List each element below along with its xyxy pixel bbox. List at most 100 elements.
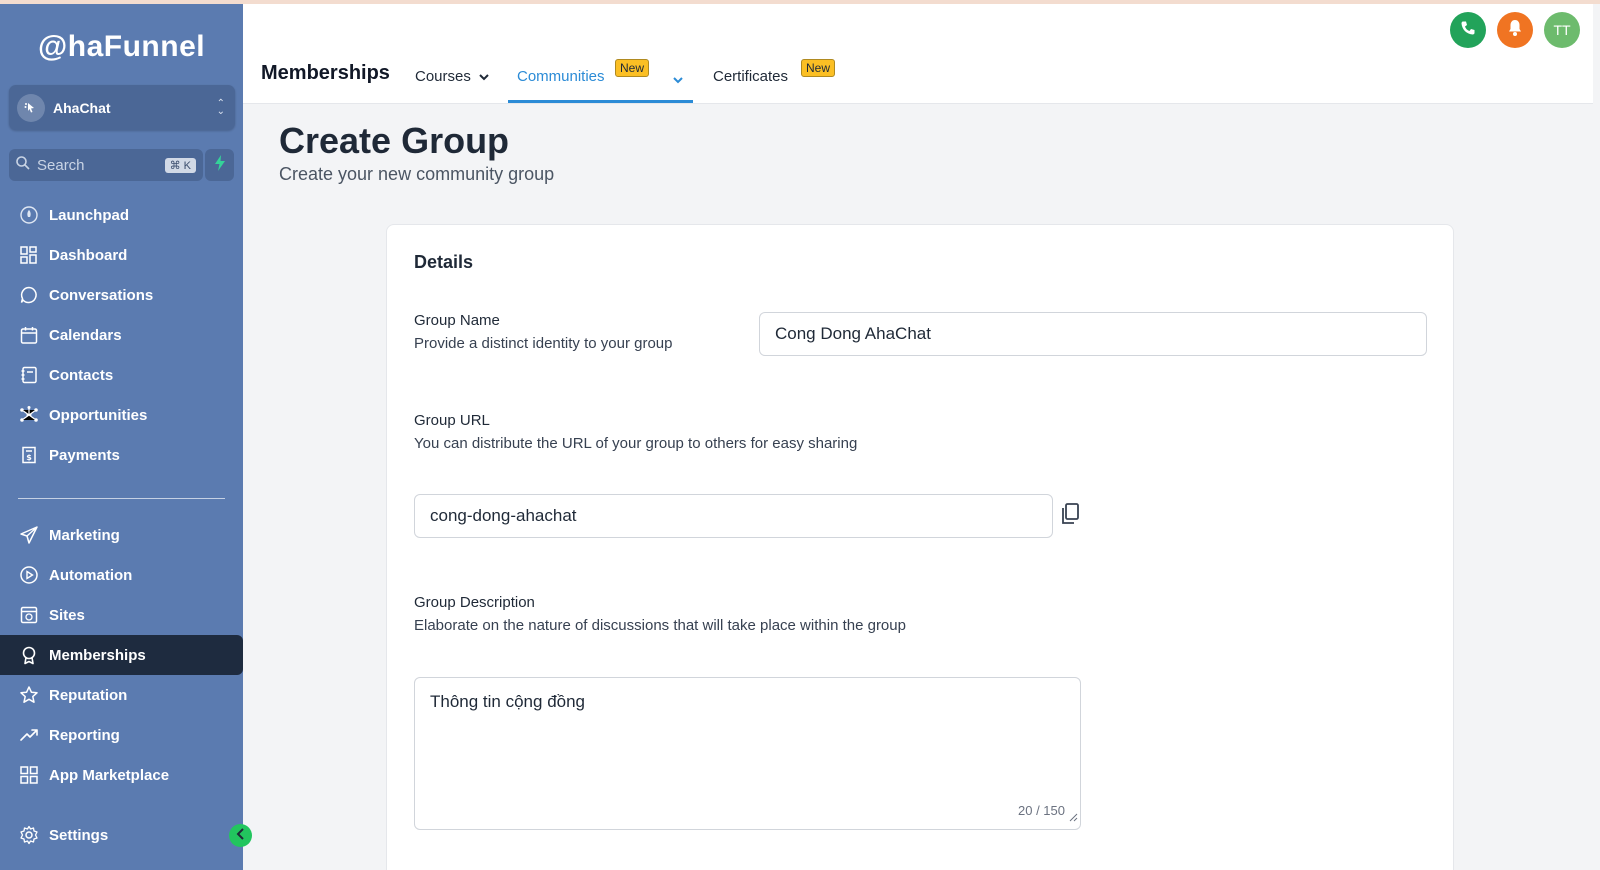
sidebar-item-label: Memberships [49, 646, 146, 664]
sidebar-item-settings[interactable]: Settings [0, 815, 243, 855]
sidebar-item-reporting[interactable]: Reporting [0, 715, 243, 755]
group-url-label: Group URL [414, 412, 490, 429]
sidebar-item-label: Reporting [49, 726, 120, 744]
tab-communities[interactable]: Communities [517, 68, 605, 85]
sidebar-item-label: Contacts [49, 366, 114, 384]
globe-window-icon [18, 604, 40, 626]
sidebar-item-label: App Marketplace [49, 766, 170, 784]
sidebar-item-label: Settings [49, 826, 109, 844]
group-description-textarea[interactable]: Thông tin cộng đồng 20 / 150 [414, 677, 1081, 830]
brand-logo: @haFunnel [38, 30, 206, 63]
section-title: Memberships [261, 62, 390, 84]
apps-grid-icon [18, 764, 40, 786]
group-name-description: Provide a distinct identity to your grou… [414, 335, 673, 352]
search-shortcut-badge: ⌘ K [164, 157, 196, 173]
sidebar-item-sites[interactable]: Sites [0, 595, 243, 635]
tab-certificates[interactable]: Certificates [713, 68, 788, 85]
search-placeholder: Search [37, 156, 85, 174]
sidebar-nav-primary: Launchpad Dashboard Conversations Calend… [0, 195, 243, 475]
group-description-help: Elaborate on the nature of discussions t… [414, 617, 906, 634]
account-switcher[interactable]: AhaChat ⌃ ⌄ [9, 85, 235, 130]
chevron-left-icon [236, 827, 246, 845]
sidebar-nav-secondary: Marketing Automation Sites Memberships R… [0, 515, 243, 795]
chevron-up-down-icon: ⌃ ⌄ [216, 97, 225, 117]
search-icon [15, 155, 31, 176]
chat-bubble-icon [18, 284, 40, 306]
svg-text:$: $ [26, 453, 32, 462]
sidebar-item-label: Automation [49, 566, 133, 584]
group-description-label: Group Description [414, 594, 535, 611]
sidebar-item-payments[interactable]: $ Payments [0, 435, 243, 475]
calendar-icon [18, 324, 40, 346]
card-title: Details [414, 252, 474, 272]
notifications-button[interactable] [1497, 12, 1533, 48]
sidebar-item-contacts[interactable]: Contacts [0, 355, 243, 395]
sidebar-item-memberships[interactable]: Memberships [0, 635, 243, 675]
search-input[interactable]: Search ⌘ K [9, 149, 203, 181]
top-accent-line [0, 0, 1600, 4]
tab-courses[interactable]: Courses [415, 68, 489, 85]
phone-button[interactable] [1450, 12, 1486, 48]
user-avatar[interactable]: TT [1544, 12, 1580, 48]
quick-actions-button[interactable] [205, 149, 234, 181]
sidebar-item-conversations[interactable]: Conversations [0, 275, 243, 315]
sidebar-item-automation[interactable]: Automation [0, 555, 243, 595]
tab-label: Certificates [713, 68, 789, 85]
textarea-value: Thông tin cộng đồng [430, 692, 586, 711]
contacts-icon [18, 364, 40, 386]
resize-handle-icon[interactable] [1069, 807, 1078, 827]
rocket-icon [18, 204, 40, 226]
chevron-down-icon[interactable] [673, 71, 683, 89]
sidebar-item-label: Dashboard [49, 246, 128, 264]
sidebar-item-label: Reputation [49, 686, 128, 704]
new-badge: New [615, 59, 650, 77]
lightning-bolt-icon [214, 154, 226, 176]
top-header: Memberships Courses Communities New Cert… [243, 4, 1593, 104]
invoice-icon: $ [18, 444, 40, 466]
active-tab-indicator [508, 100, 693, 103]
sidebar-item-app-marketplace[interactable]: App Marketplace [0, 755, 243, 795]
gear-icon [18, 824, 40, 846]
star-icon [18, 684, 40, 706]
chevron-down-icon [479, 68, 489, 85]
new-badge: New [801, 59, 836, 77]
sidebar-item-label: Marketing [49, 526, 120, 544]
sidebar-nav-footer: Settings [0, 815, 243, 855]
page-title: Create Group [279, 120, 510, 161]
group-name-label: Group Name [414, 312, 500, 329]
sidebar-item-label: Payments [49, 446, 120, 464]
group-url-description: You can distribute the URL of your group… [414, 435, 858, 452]
sidebar-item-dashboard[interactable]: Dashboard [0, 235, 243, 275]
sidebar-item-label: Sites [49, 606, 85, 624]
page-subtitle: Create your new community group [279, 164, 555, 184]
sidebar-divider [18, 498, 225, 499]
copy-url-button[interactable] [1059, 502, 1085, 530]
sidebar-item-launchpad[interactable]: Launchpad [0, 195, 243, 235]
network-icon [18, 404, 40, 426]
details-card: Details Group Name Provide a distinct id… [386, 224, 1454, 870]
sidebar-item-label: Calendars [49, 326, 122, 344]
sidebar-item-calendars[interactable]: Calendars [0, 315, 243, 355]
account-avatar-icon [17, 93, 45, 122]
sidebar-item-reputation[interactable]: Reputation [0, 675, 243, 715]
group-name-input[interactable]: Cong Dong AhaChat [759, 312, 1427, 356]
play-circle-icon [18, 564, 40, 586]
sidebar-item-marketing[interactable]: Marketing [0, 515, 243, 555]
sidebar: @haFunnel AhaChat ⌃ ⌄ Search ⌘ K Launchpa… [0, 4, 243, 870]
sidebar-item-label: Launchpad [49, 206, 130, 224]
group-url-input[interactable]: cong-dong-ahachat [414, 494, 1053, 538]
grid-icon [18, 244, 40, 266]
phone-icon [1460, 20, 1476, 41]
sidebar-item-label: Conversations [49, 286, 154, 304]
copy-icon [1059, 503, 1081, 530]
tab-label: Communities [517, 68, 605, 85]
account-name: AhaChat [53, 99, 111, 116]
sidebar-item-opportunities[interactable]: Opportunities [0, 395, 243, 435]
tab-label: Courses [415, 68, 471, 85]
award-icon [18, 644, 40, 666]
trend-up-icon [18, 724, 40, 746]
bell-icon [1507, 19, 1523, 42]
send-icon [18, 524, 40, 546]
sidebar-item-label: Opportunities [49, 406, 148, 424]
sidebar-collapse-button[interactable] [229, 824, 252, 847]
